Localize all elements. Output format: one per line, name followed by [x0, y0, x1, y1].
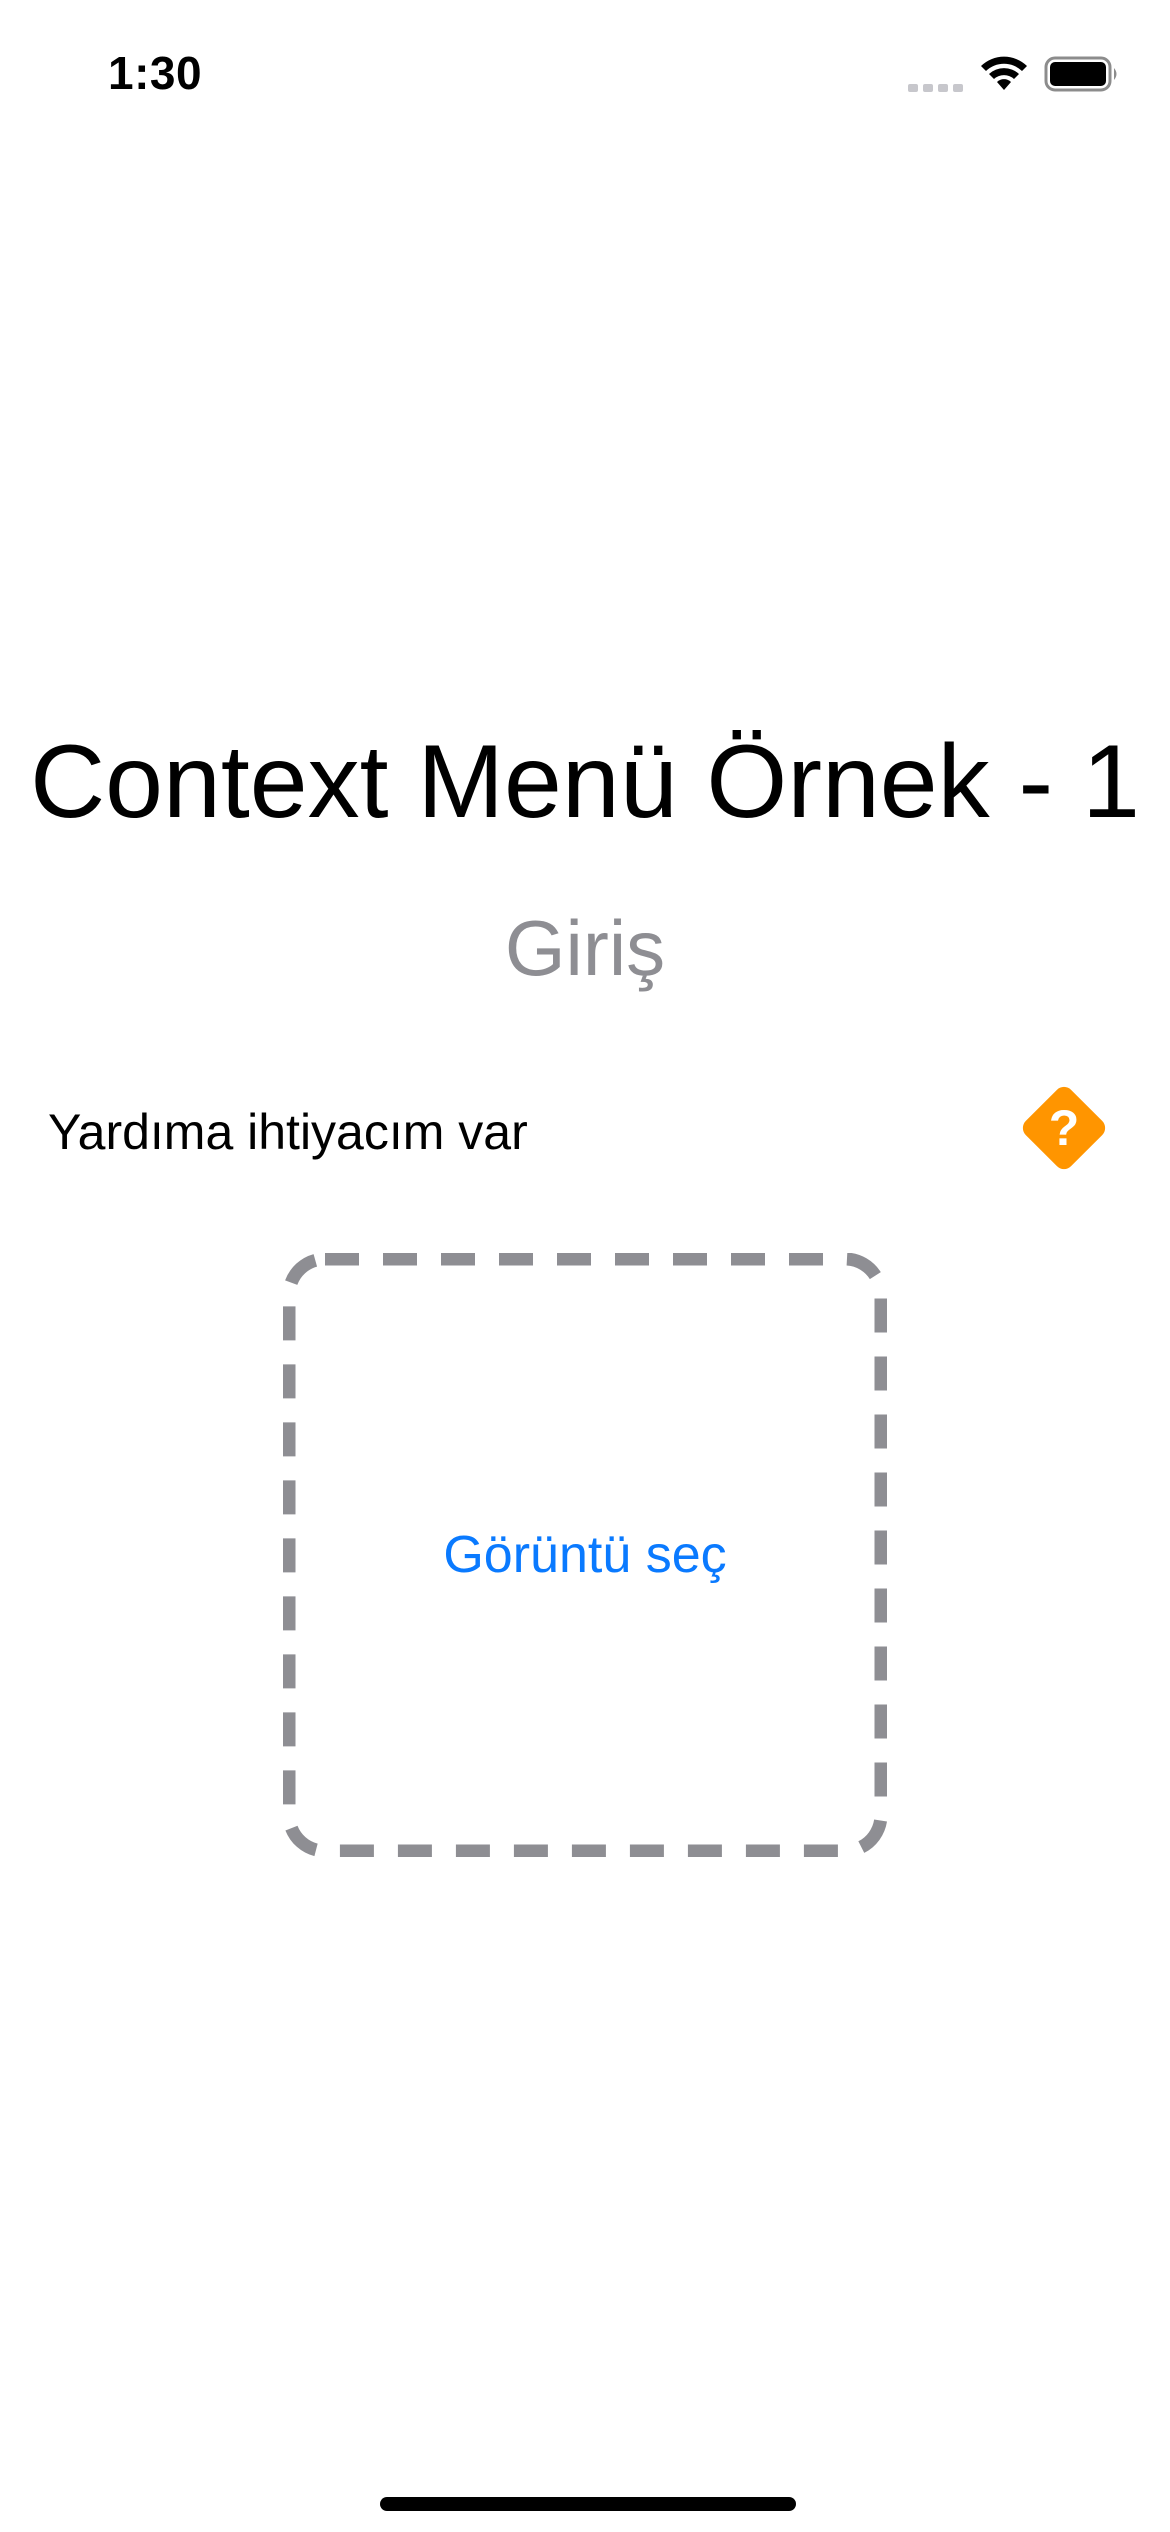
status-time: 1:30	[108, 47, 203, 99]
subtitle: Giriş	[504, 904, 666, 992]
home-indicator[interactable]	[380, 2497, 796, 2511]
pick-image-button[interactable]: Görüntü seç	[283, 1523, 887, 1587]
question-diamond-icon: ?	[1022, 1086, 1106, 1170]
question-glyph: ?	[1049, 1100, 1080, 1156]
help-button[interactable]: ?	[1006, 1070, 1122, 1186]
cellular-signal-icon	[908, 84, 963, 92]
help-row: Yardıma ihtiyacım var ?	[48, 1070, 1122, 1190]
status-bar: 1:30	[0, 0, 1170, 150]
wifi-icon	[981, 56, 1027, 90]
image-picker[interactable]: Görüntü seç	[283, 1253, 887, 1857]
battery-icon	[1044, 56, 1117, 92]
help-label: Yardıma ihtiyacım var	[48, 1104, 528, 1160]
page-title: Context Menü Örnek - 1	[30, 724, 1140, 840]
